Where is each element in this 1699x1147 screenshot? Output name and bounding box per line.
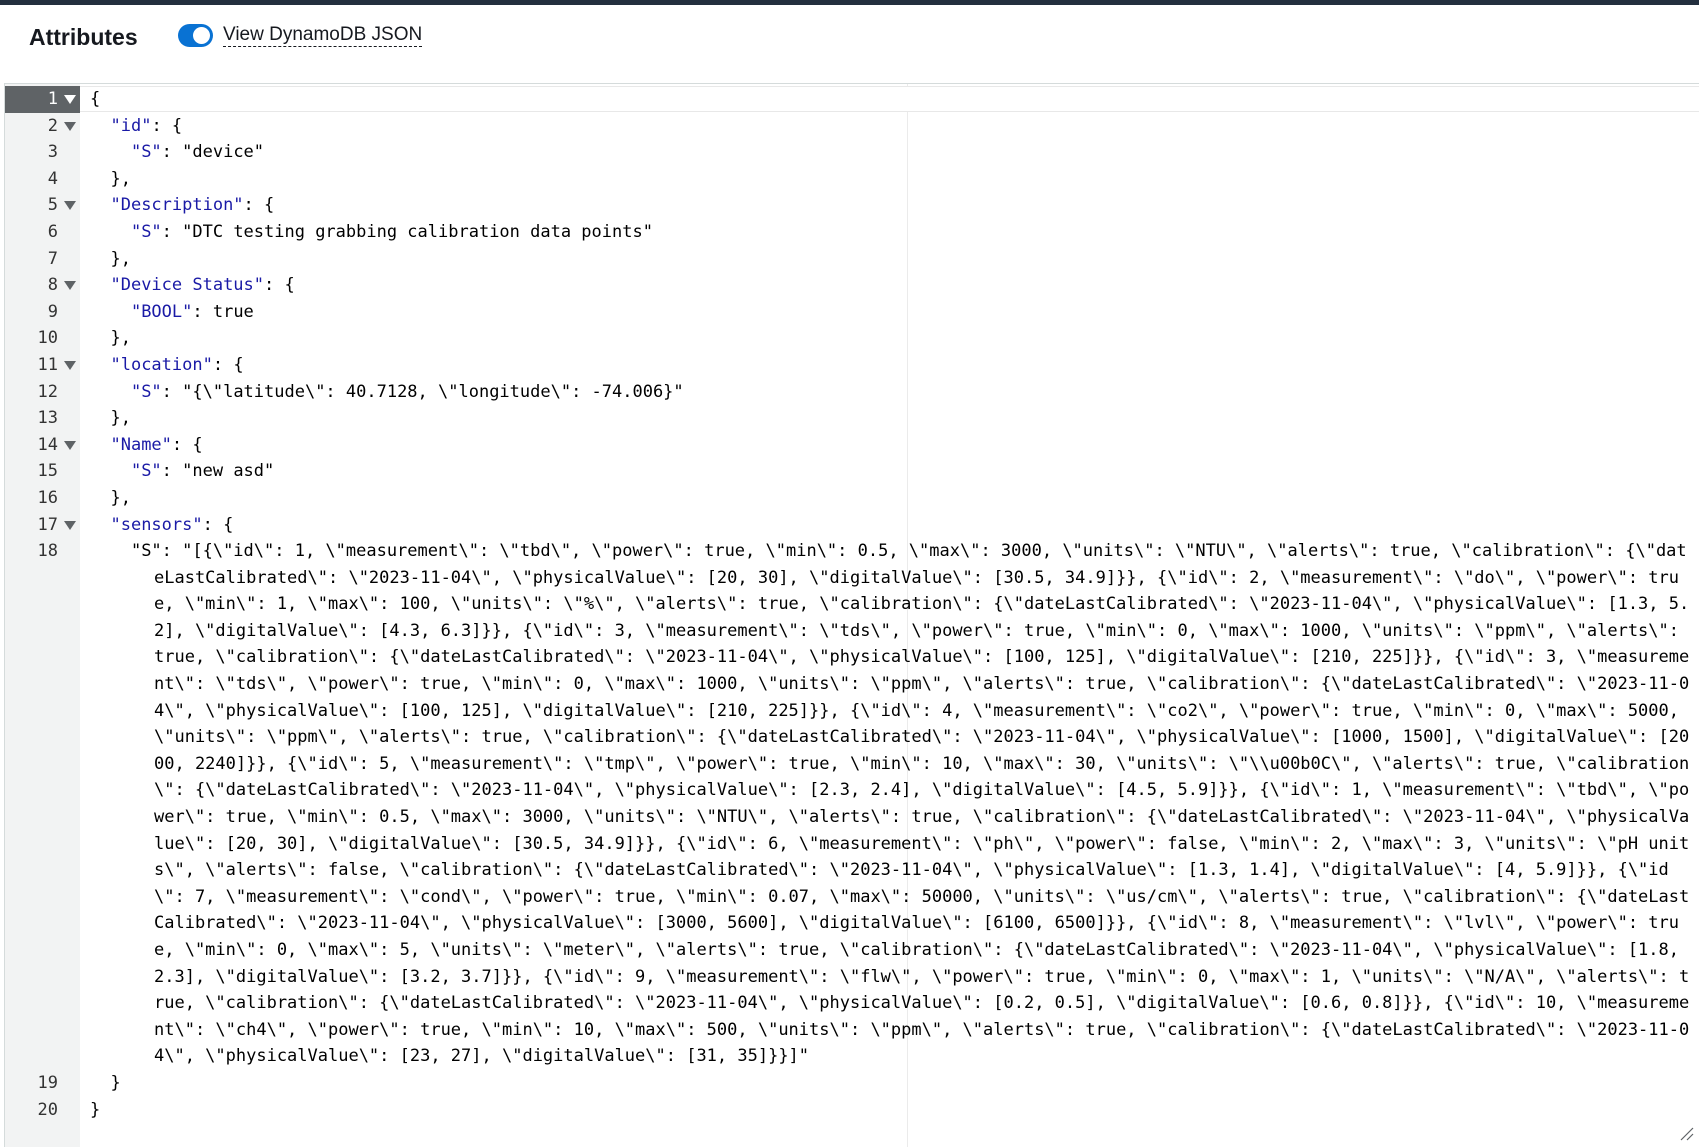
line-number-text: 1 [47,89,58,109]
code-line-text: "location": { [110,354,244,375]
code-line[interactable]: 1{ [5,86,1699,113]
code-line[interactable]: 15 "S": "new asd" [5,458,1699,485]
line-number: 3 [5,139,58,166]
line-number: 18 [5,538,58,565]
line-number-text: 15 [37,461,58,482]
line-number-text: 17 [37,514,58,535]
line-number: 20 [5,1097,58,1124]
line-number: 16 [5,485,58,512]
resize-handle-icon[interactable] [1678,1125,1694,1141]
code-line[interactable]: 11 "location": { [5,352,1699,379]
line-number-text: 7 [47,248,58,269]
fold-arrow-icon[interactable] [64,440,76,450]
code-line-text: "BOOL": true [130,301,254,322]
code-line[interactable]: 13 }, [5,405,1699,432]
code-line[interactable]: 6 "S": "DTC testing grabbing calibration… [5,219,1699,246]
code-line-text: "Name": { [110,434,203,455]
code-line-text: { [90,89,101,109]
panel-title: Attributes [29,24,138,50]
code-line[interactable]: 3 "S": "device" [5,139,1699,166]
code-line-text: }, [90,248,131,269]
line-number-text: 20 [37,1099,58,1120]
fold-arrow-icon[interactable] [64,95,76,104]
code-line-text: "id": { [110,115,183,136]
code-line-text: "S": "[{\"id\": 1, \"measurement\": \"tb… [90,541,1690,1067]
code-line[interactable]: 19 } [5,1070,1699,1097]
code-line-text: "Description": { [110,195,275,216]
code-line-text: }, [90,328,131,349]
code-line[interactable]: 14 "Name": { [5,432,1699,459]
line-number: 13 [5,405,58,432]
toggle-knob [193,27,210,44]
line-number-text: 6 [47,221,58,242]
line-number-text: 3 [47,142,58,163]
code-line[interactable]: 17 "sensors": { [5,512,1699,539]
code-line-text: "S": "device" [130,142,265,163]
line-number: 11 [5,352,58,379]
code-line-text: "S": "new asd" [130,461,275,482]
line-number: 7 [5,246,58,273]
line-number-text: 12 [37,381,58,402]
line-number-text: 8 [47,275,58,296]
code-line[interactable]: 2 "id": { [5,113,1699,140]
line-number-text: 4 [47,168,58,189]
line-number-text: 18 [37,541,58,562]
code-line[interactable]: 12 "S": "{\"latitude\": 40.7128, \"longi… [5,379,1699,406]
line-number: 10 [5,325,58,352]
line-number-text: 19 [37,1072,58,1093]
line-number-text: 5 [47,195,58,216]
line-number-text: 11 [37,354,58,375]
view-dynamodb-json-label[interactable]: View DynamoDB JSON [223,25,423,47]
code-line[interactable]: 18 "S": "[{\"id\": 1, \"measurement\": \… [5,538,1699,1070]
code-line-text: "S": "DTC testing grabbing calibration d… [130,221,653,242]
fold-arrow-icon[interactable] [64,201,76,211]
line-number: 14 [5,432,58,459]
code-line[interactable]: 10 }, [5,325,1699,352]
line-number-text: 9 [47,301,58,322]
line-number: 8 [5,272,58,299]
line-number: 19 [5,1070,58,1097]
line-number: 5 [5,192,58,219]
line-number: 2 [5,113,58,140]
line-number-text: 13 [37,408,58,429]
line-number: 17 [5,512,58,539]
fold-arrow-icon[interactable] [64,520,76,530]
line-number: 4 [5,166,58,193]
code-line-text: "sensors": { [110,514,234,535]
code-line-text: "Device Status": { [110,275,295,296]
json-code-editor[interactable]: 1{2 "id": {3 "S": "device" 4 }, 5 "Descrip… [4,83,1699,1147]
line-number-text: 10 [37,328,58,349]
view-dynamodb-json-toggle[interactable] [178,24,213,47]
code-line-text: } [90,1072,121,1093]
code-lines[interactable]: 1{2 "id": {3 "S": "device" 4 }, 5 "Descrip… [5,86,1699,1123]
fold-arrow-icon[interactable] [64,121,76,131]
code-line[interactable]: 9 "BOOL": true [5,299,1699,326]
fold-arrow-icon[interactable] [64,281,76,291]
line-number: 6 [5,219,58,246]
code-line-text: }, [90,168,131,189]
code-line-text: } [90,1099,101,1120]
code-line[interactable]: 20} [5,1097,1699,1124]
attributes-header: Attributes View DynamoDB JSON [0,5,1699,83]
line-number: 15 [5,458,58,485]
code-line-text: }, [90,408,131,429]
line-number: 12 [5,379,58,406]
fold-arrow-icon[interactable] [64,360,76,370]
code-line[interactable]: 5 "Description": { [5,192,1699,219]
line-number-text: 16 [37,487,58,508]
code-line[interactable]: 16 }, [5,485,1699,512]
line-number-text: 14 [37,434,58,455]
code-line[interactable]: 8 "Device Status": { [5,272,1699,299]
code-line[interactable]: 7 }, [5,246,1699,273]
code-line-text: }, [90,487,131,508]
line-number: 9 [5,299,58,326]
code-line-text: "S": "{\"latitude\": 40.7128, \"longitud… [130,381,684,402]
code-line[interactable]: 4 }, [5,166,1699,193]
line-number-text: 2 [47,115,58,136]
